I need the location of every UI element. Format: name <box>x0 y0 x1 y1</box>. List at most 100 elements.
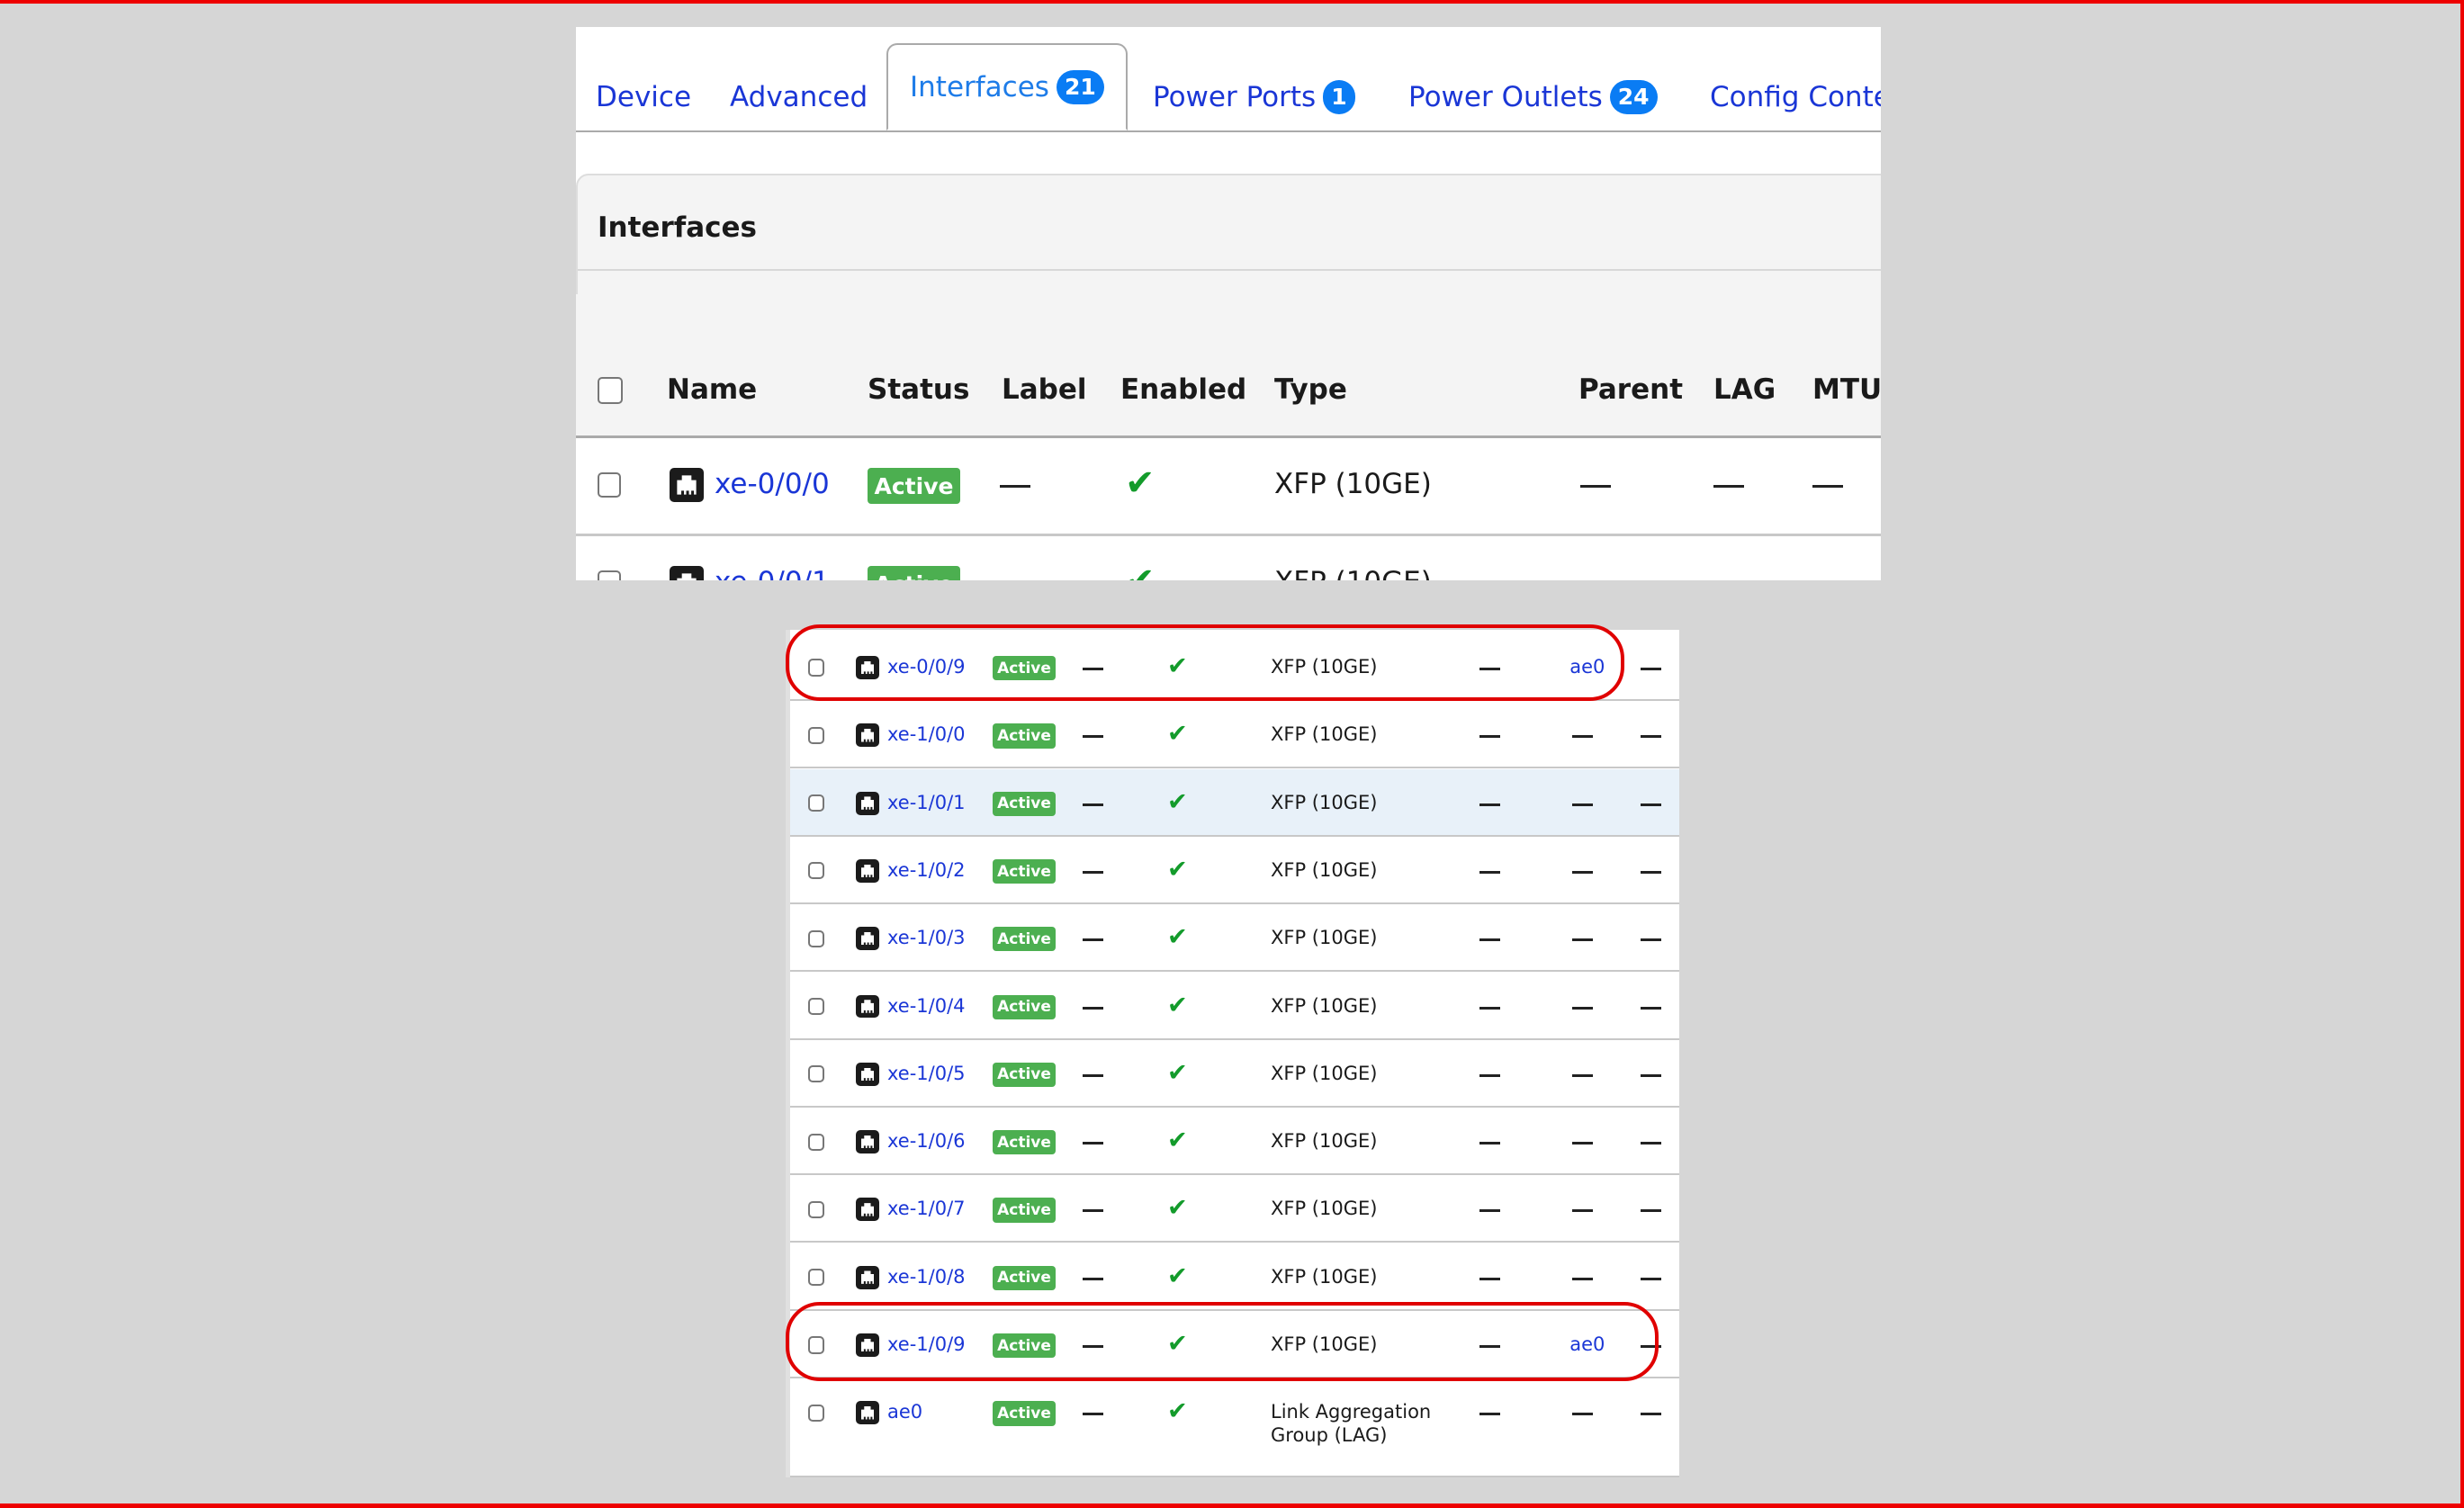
interface-name-link[interactable]: xe-1/0/2 <box>887 859 966 881</box>
tab-power-ports[interactable]: Power Ports 1 <box>1153 63 1355 130</box>
table-row[interactable]: xe-0/0/0 Active ✔ XFP (10GE) <box>576 438 1881 536</box>
row-checkbox[interactable] <box>808 1269 824 1287</box>
label-empty-dash <box>1083 668 1104 670</box>
type-value: XFP (10GE) <box>1271 1333 1378 1356</box>
row-checkbox[interactable] <box>808 1404 824 1422</box>
column-header-name[interactable]: Name <box>667 373 757 406</box>
status-badge: Active <box>993 927 1057 952</box>
parent-empty-dash <box>1479 870 1501 874</box>
table-row[interactable]: xe-0/0/9 Active ✔ XFP (10GE) ae0 <box>786 633 1679 701</box>
table-row[interactable]: xe-1/0/6 Active ✔ XFP (10GE) <box>786 1108 1679 1176</box>
column-header-lag[interactable]: LAG <box>1713 373 1776 406</box>
parent-empty-dash <box>1479 1209 1501 1213</box>
table-row[interactable]: xe-1/0/9 Active ✔ XFP (10GE) ae0 <box>786 1311 1679 1378</box>
column-header-parent[interactable]: Parent <box>1578 373 1683 406</box>
interface-name-link[interactable]: xe-1/0/1 <box>887 792 966 813</box>
table-row[interactable]: xe-1/0/4 Active ✔ XFP (10GE) <box>786 972 1679 1040</box>
ethernet-port-icon <box>670 566 704 580</box>
label-empty-dash <box>1083 1277 1104 1280</box>
table-row[interactable]: xe-0/0/1 Active ✔ XFP (10GE) <box>576 536 1881 580</box>
status-badge: Active <box>993 1401 1057 1426</box>
lag-link[interactable]: ae0 <box>1569 656 1605 678</box>
interface-name-link[interactable]: xe-1/0/0 <box>887 723 966 745</box>
tab-interfaces[interactable]: Interfaces 21 <box>886 43 1128 130</box>
table-row[interactable]: xe-1/0/1 Active ✔ XFP (10GE) <box>786 768 1679 837</box>
parent-empty-dash <box>1479 938 1501 942</box>
interface-name-link[interactable]: xe-1/0/4 <box>887 995 966 1017</box>
label-empty-dash <box>1083 1413 1104 1416</box>
row-checkbox[interactable] <box>598 472 621 498</box>
table-row[interactable]: xe-1/0/5 Active ✔ XFP (10GE) <box>786 1039 1679 1108</box>
table-row[interactable]: xe-1/0/7 Active ✔ XFP (10GE) <box>786 1175 1679 1243</box>
select-all-checkbox[interactable] <box>598 377 623 404</box>
column-header-mtu[interactable]: MTU <box>1812 373 1881 406</box>
checkmark-icon: ✔ <box>1167 923 1188 952</box>
type-line: Link Aggregation <box>1271 1401 1432 1423</box>
interface-name-link[interactable]: xe-1/0/7 <box>887 1198 966 1219</box>
label-empty-dash <box>1083 1209 1104 1213</box>
row-checkbox[interactable] <box>808 1065 824 1083</box>
column-header-type[interactable]: Type <box>1274 373 1347 406</box>
tab-power-outlets[interactable]: Power Outlets 24 <box>1408 63 1658 130</box>
ethernet-port-icon <box>856 723 879 748</box>
tab-bar: Device Advanced Interfaces 21 Power Port… <box>576 27 1881 132</box>
table-row[interactable]: ae0 Active ✔ Link Aggregation Group (LAG) <box>786 1378 1679 1477</box>
table-header: Name Status Label Enabled Type Parent LA… <box>576 294 1881 438</box>
interface-name-link[interactable]: xe-0/0/0 <box>715 468 830 500</box>
label-empty-dash <box>1083 1345 1104 1348</box>
table-row[interactable]: xe-1/0/2 Active ✔ XFP (10GE) <box>786 836 1679 904</box>
lag-empty-dash <box>1572 1277 1594 1280</box>
column-header-status[interactable]: Status <box>868 373 969 406</box>
checkmark-icon: ✔ <box>1167 1397 1188 1426</box>
interface-name-link[interactable]: ae0 <box>887 1401 922 1423</box>
label-empty-dash <box>1083 938 1104 942</box>
parent-empty-dash <box>1479 1345 1501 1348</box>
status-badge: Active <box>993 1130 1057 1155</box>
interface-name-link[interactable]: xe-1/0/5 <box>887 1063 966 1084</box>
row-checkbox[interactable] <box>808 794 824 812</box>
interface-name-link[interactable]: xe-1/0/3 <box>887 927 966 948</box>
row-checkbox[interactable] <box>808 726 824 744</box>
table-row[interactable]: xe-1/0/0 Active ✔ XFP (10GE) <box>786 701 1679 769</box>
row-checkbox[interactable] <box>808 1200 824 1218</box>
row-checkbox[interactable] <box>808 929 824 947</box>
interface-name-link[interactable]: xe-0/0/9 <box>887 656 966 678</box>
status-badge: Active <box>993 858 1057 884</box>
row-checkbox[interactable] <box>598 570 621 580</box>
row-checkbox[interactable] <box>808 659 824 677</box>
lag-empty-dash <box>1572 1006 1594 1010</box>
tab-config-context[interactable]: Config Conte <box>1710 63 1881 130</box>
column-header-enabled[interactable]: Enabled <box>1120 373 1246 406</box>
interface-name-link[interactable]: xe-1/0/9 <box>887 1333 966 1355</box>
tab-device[interactable]: Device <box>596 63 691 130</box>
row-checkbox[interactable] <box>808 1133 824 1151</box>
interface-name-link[interactable]: xe-0/0/1 <box>715 566 830 580</box>
row-checkbox[interactable] <box>808 997 824 1015</box>
lag-empty-dash <box>1572 1209 1594 1213</box>
table-row[interactable]: xe-1/0/8 Active ✔ XFP (10GE) <box>786 1243 1679 1311</box>
column-header-label[interactable]: Label <box>1002 373 1087 406</box>
mtu-empty-dash <box>1641 1413 1662 1416</box>
ethernet-port-icon <box>856 656 879 679</box>
row-checkbox[interactable] <box>808 1336 824 1354</box>
row-checkbox[interactable] <box>808 862 824 880</box>
mtu-empty-dash <box>1641 1142 1662 1145</box>
lag-empty-dash <box>1572 1413 1594 1416</box>
lag-link[interactable]: ae0 <box>1569 1333 1605 1355</box>
table-row[interactable]: xe-1/0/3 Active ✔ XFP (10GE) <box>786 904 1679 973</box>
tab-advanced[interactable]: Advanced <box>730 63 868 130</box>
ethernet-port-icon <box>856 791 879 815</box>
status-badge: Active <box>993 1333 1057 1359</box>
label-empty-dash <box>1083 803 1104 806</box>
label-empty-dash <box>1083 1142 1104 1145</box>
type-value: XFP (10GE) <box>1274 566 1432 580</box>
type-value: XFP (10GE) <box>1271 1062 1378 1084</box>
interface-name-link[interactable]: xe-1/0/8 <box>887 1266 966 1288</box>
mtu-empty-dash <box>1641 1073 1662 1077</box>
type-value: XFP (10GE) <box>1271 927 1378 949</box>
ethernet-port-icon <box>856 858 879 883</box>
interface-name-link[interactable]: xe-1/0/6 <box>887 1130 966 1152</box>
type-value: XFP (10GE) <box>1271 1265 1378 1288</box>
checkmark-icon: ✔ <box>1167 1058 1188 1087</box>
label-empty-dash <box>1083 1006 1104 1010</box>
